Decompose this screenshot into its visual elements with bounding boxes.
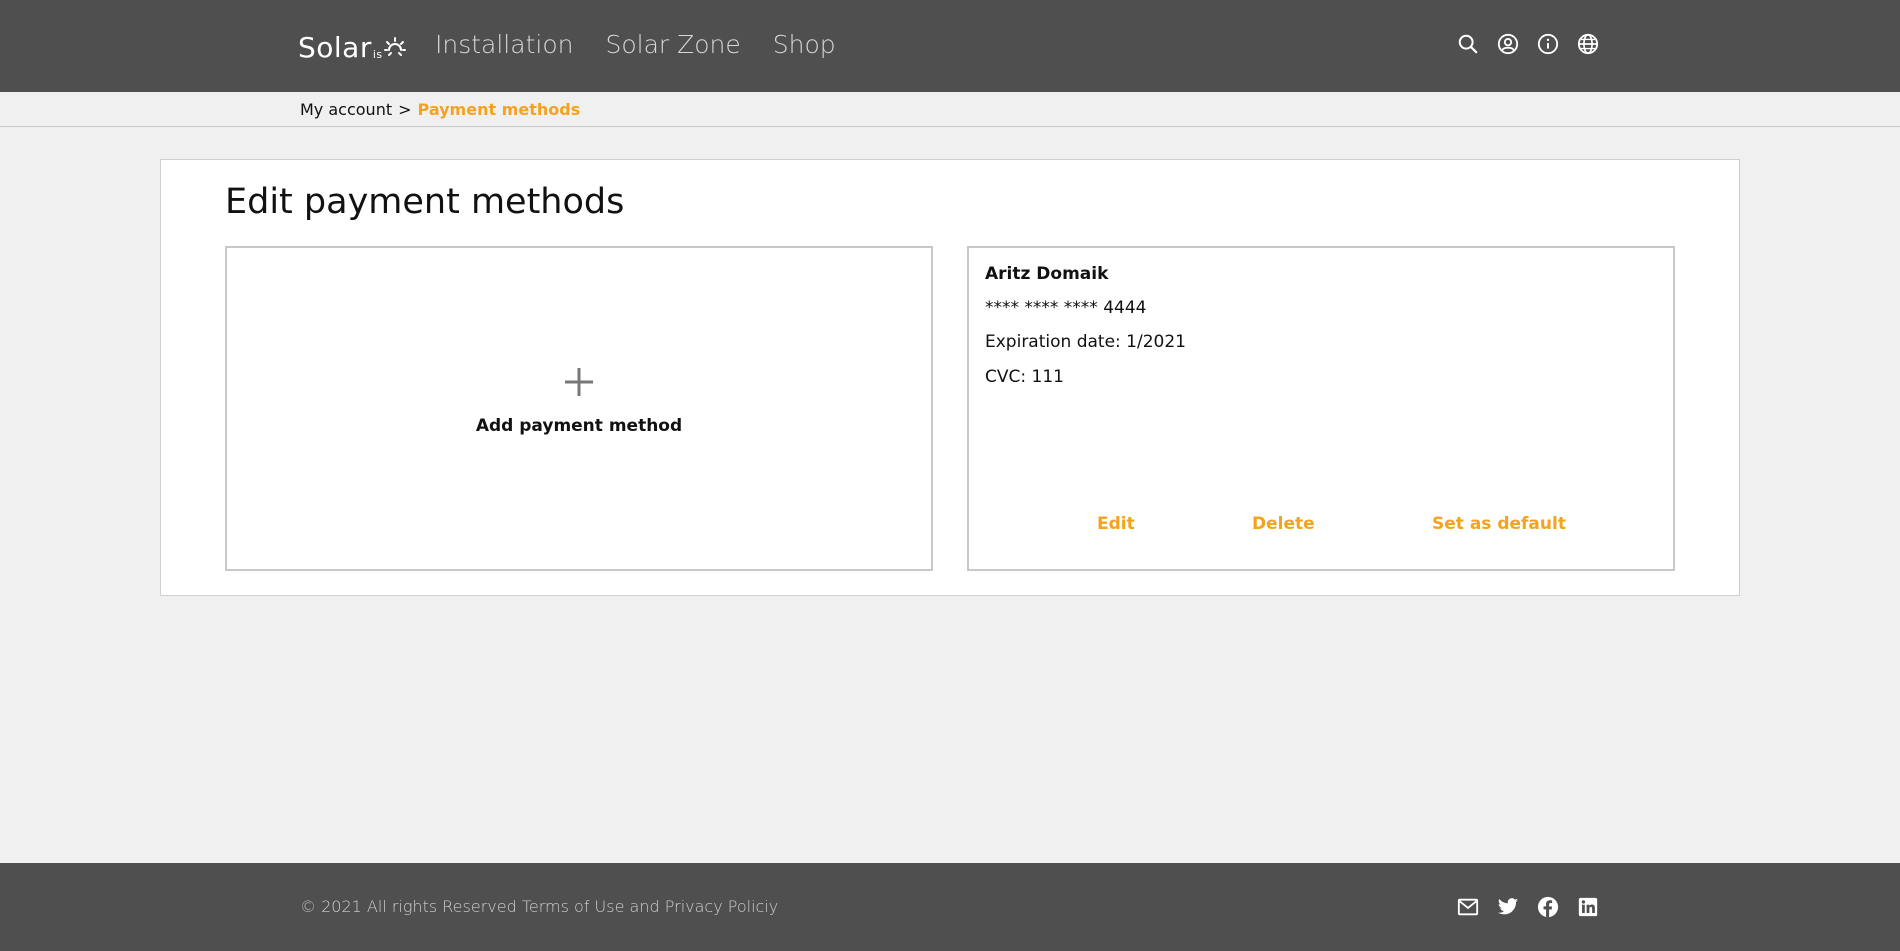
privacy-link[interactable]: Privacy Policiy [665, 897, 778, 916]
footer-copyright: © 2021 All rights Reserved Terms of Use … [300, 897, 778, 916]
header-icons [1457, 33, 1599, 55]
main-nav: Installation Solar Zone Shop [435, 30, 836, 59]
breadcrumb-payment-methods[interactable]: Payment methods [418, 100, 581, 119]
breadcrumb-separator: > [398, 100, 412, 119]
solaris-logo[interactable]: Solar is [298, 28, 406, 64]
twitter-icon[interactable] [1497, 896, 1519, 918]
globe-icon[interactable] [1577, 33, 1599, 55]
card-number: **** **** **** 4444 [985, 298, 1147, 318]
add-payment-method-card[interactable]: Add payment method [225, 246, 933, 571]
social-links [1457, 896, 1599, 918]
top-header: Solar is Installation Solar Zone Shop [0, 0, 1900, 92]
facebook-icon[interactable] [1537, 896, 1559, 918]
info-icon[interactable] [1537, 33, 1559, 55]
mail-icon[interactable] [1457, 896, 1479, 918]
terms-link[interactable]: Terms of Use [522, 897, 625, 916]
add-payment-method-label: Add payment method [475, 416, 683, 436]
nav-shop[interactable]: Shop [773, 30, 836, 59]
copyright-text: © 2021 All rights Reserved [300, 897, 517, 916]
payment-method-card: Aritz Domaik **** **** **** 4444 Expirat… [967, 246, 1675, 571]
account-icon[interactable] [1497, 33, 1519, 55]
search-icon[interactable] [1457, 33, 1479, 55]
breadcrumb: My account > Payment methods [300, 100, 580, 119]
breadcrumb-my-account[interactable]: My account [300, 100, 392, 119]
breadcrumb-bar: My account > Payment methods [0, 92, 1900, 127]
nav-solar-zone[interactable]: Solar Zone [605, 30, 740, 59]
payment-methods-panel: Edit payment methods Add payment method … [160, 159, 1740, 596]
card-expiration: Expiration date: 1/2021 [985, 332, 1186, 352]
card-cvc: CVC: 111 [985, 367, 1064, 387]
edit-button[interactable]: Edit [1097, 514, 1135, 534]
delete-button[interactable]: Delete [1252, 514, 1315, 534]
linkedin-icon[interactable] [1577, 896, 1599, 918]
sun-icon [383, 37, 406, 56]
nav-installation[interactable]: Installation [435, 30, 573, 59]
card-holder-name: Aritz Domaik [985, 264, 1109, 284]
set-default-button[interactable]: Set as default [1432, 514, 1566, 534]
add-payment-method-button[interactable]: Add payment method [227, 366, 931, 436]
plus-icon [565, 368, 593, 396]
page-title: Edit payment methods [225, 182, 625, 222]
footer: © 2021 All rights Reserved Terms of Use … [0, 863, 1900, 951]
and-text: and [629, 897, 660, 916]
